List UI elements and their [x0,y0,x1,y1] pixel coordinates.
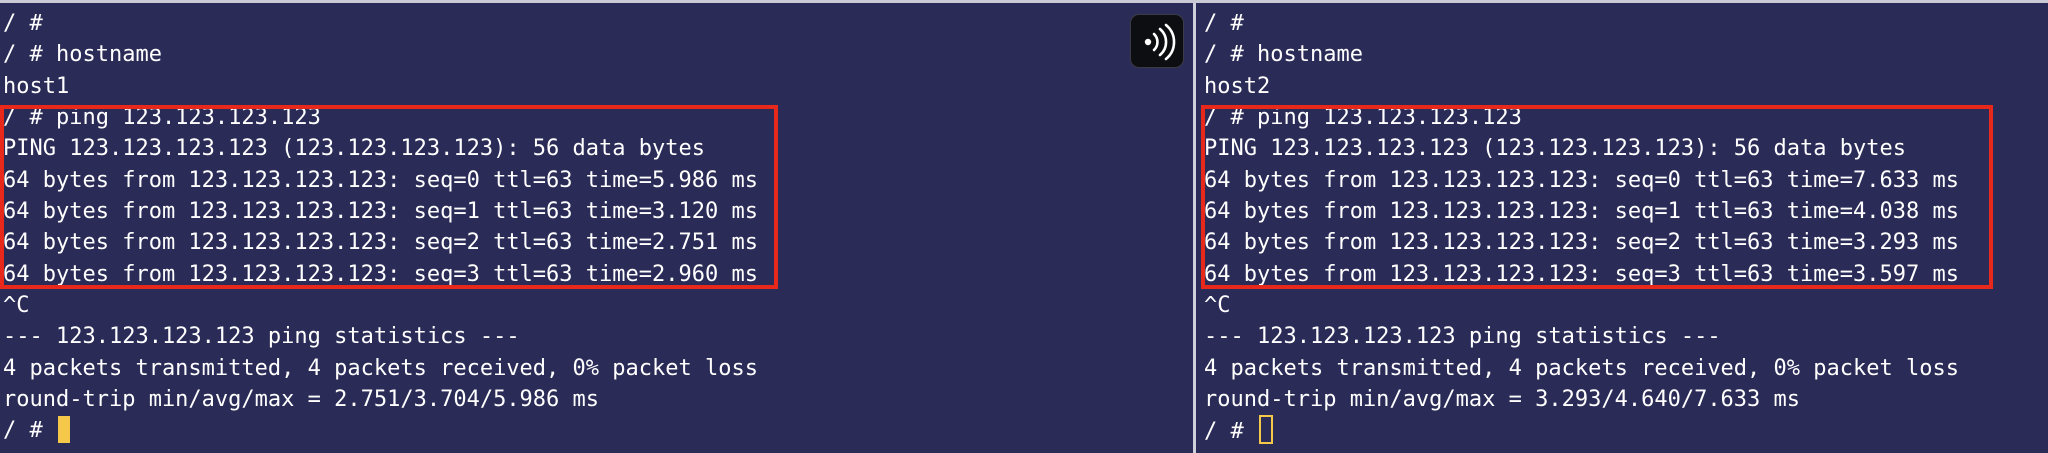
terminal-line: round-trip min/avg/max = 3.293/4.640/7.6… [1204,387,1801,413]
terminal-line: ^C [1204,293,1231,319]
text-cursor [1258,415,1273,445]
terminal-prompt: / # [1204,419,1257,445]
terminal-prompt-line[interactable]: / # [1204,415,1959,446]
terminal-line: / # [1204,11,1244,36]
terminal-line: round-trip min/avg/max = 2.751/3.704/5.9… [3,387,600,413]
terminal-line: --- 123.123.123.123 ping statistics --- [3,324,520,350]
highlight-box [1201,105,1993,289]
terminal-line: / # [3,11,43,36]
terminal-line: host1 [3,73,70,99]
highlight-box [0,105,778,289]
terminal-line: 4 packets transmitted, 4 packets receive… [3,355,758,381]
text-cursor [57,416,70,444]
terminal-line: host2 [1204,73,1271,99]
terminal-line: / # hostname [3,42,162,68]
terminal-line: 4 packets transmitted, 4 packets receive… [1204,355,1959,381]
terminal-line: ^C [3,293,30,319]
terminal-pane-host2[interactable]: / # / # hostname host2 / # ping 123.123.… [1196,3,2048,453]
terminal-pane-host1[interactable]: / # / # hostname host1 / # ping 123.123.… [0,3,1193,453]
terminal-window: / # / # hostname host1 / # ping 123.123.… [0,0,2048,453]
terminal-line: / # hostname [1204,42,1363,68]
terminal-prompt-line[interactable]: / # [3,415,758,446]
terminal-prompt: / # [3,418,56,444]
terminal-line: --- 123.123.123.123 ping statistics --- [1204,324,1721,350]
broadcast-input-icon[interactable] [1130,14,1184,68]
